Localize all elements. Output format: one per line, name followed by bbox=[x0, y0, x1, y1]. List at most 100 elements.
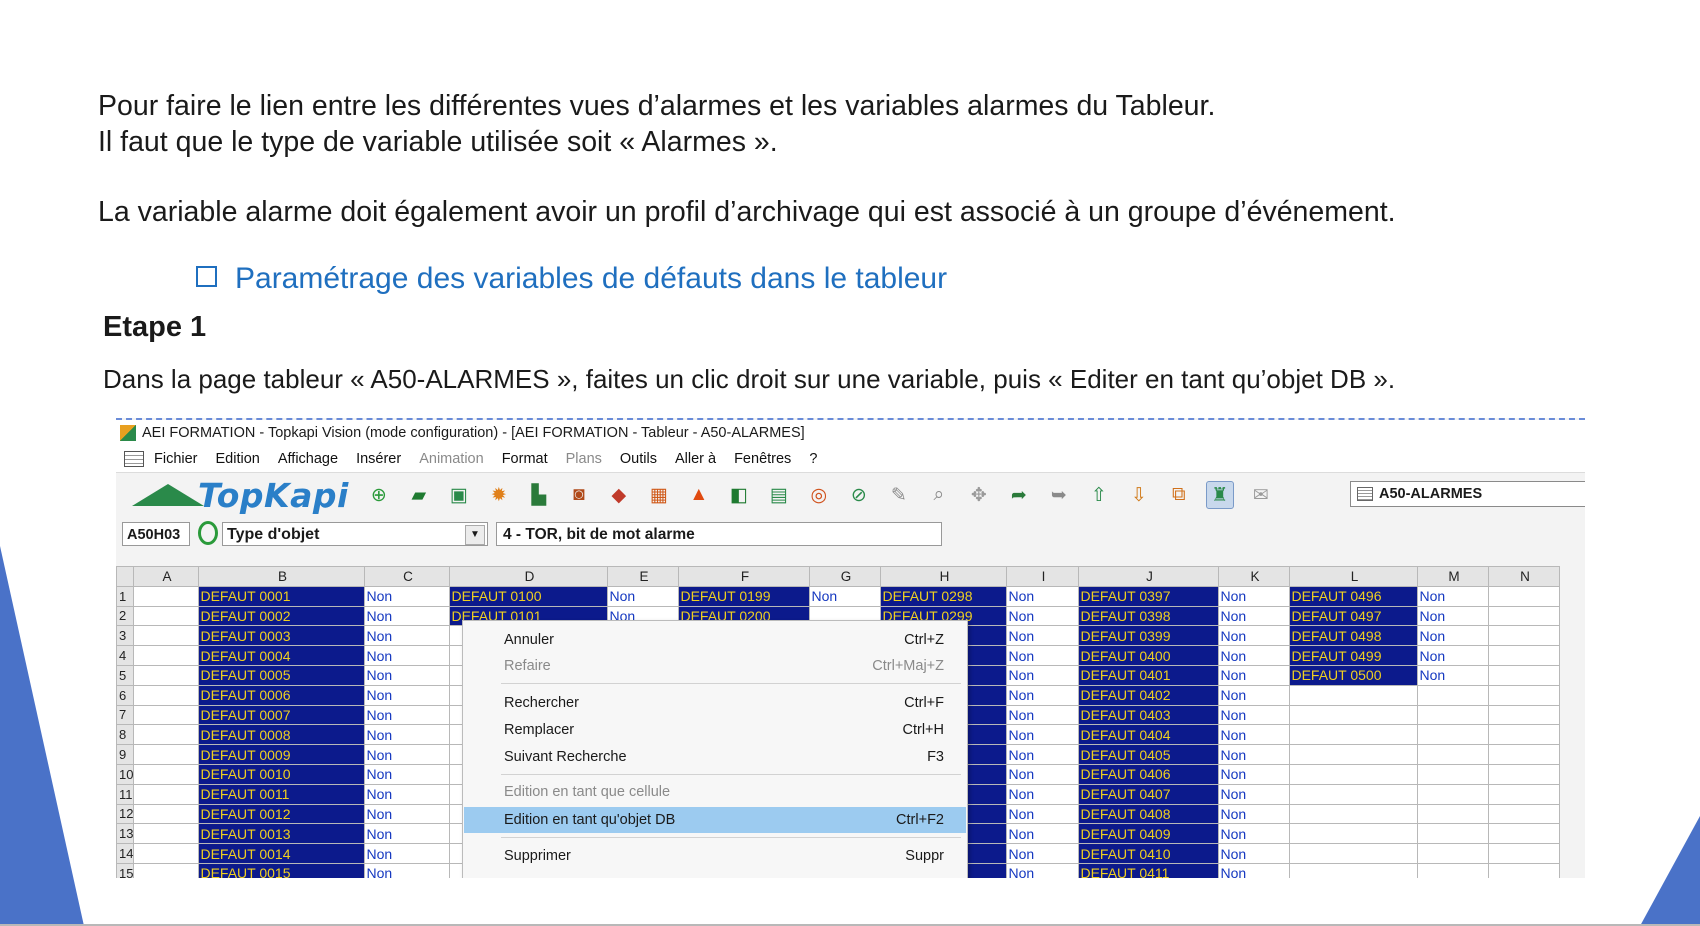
cell-empty[interactable] bbox=[133, 823, 200, 845]
cell-defaut[interactable]: DEFAUT 0402 bbox=[1078, 684, 1220, 706]
cell-empty[interactable] bbox=[133, 803, 200, 825]
export-icon[interactable]: ➦ bbox=[1006, 482, 1032, 508]
cell-empty[interactable] bbox=[1488, 645, 1561, 666]
cell-empty[interactable] bbox=[1417, 684, 1490, 706]
compass-icon[interactable]: ⊘ bbox=[846, 482, 872, 508]
cell-status[interactable]: Non bbox=[364, 664, 451, 686]
menu-affichage[interactable]: Affichage bbox=[278, 451, 338, 467]
move-down-icon[interactable]: ⇩ bbox=[1126, 482, 1152, 508]
menu-item-remplacer[interactable]: Remplacer Ctrl+H bbox=[464, 717, 966, 743]
cell-status[interactable]: Non bbox=[1218, 862, 1291, 878]
cell-status[interactable]: Non bbox=[1417, 605, 1490, 627]
cell-status[interactable]: Non bbox=[1218, 664, 1291, 686]
cell-empty[interactable] bbox=[133, 625, 200, 647]
cell-defaut[interactable]: DEFAUT 0403 bbox=[1078, 704, 1220, 726]
move-up-icon[interactable]: ⇧ bbox=[1086, 482, 1112, 508]
cell-defaut[interactable]: DEFAUT 0409 bbox=[1078, 823, 1220, 845]
cell-defaut[interactable]: DEFAUT 0012 bbox=[198, 803, 366, 825]
cell-empty[interactable] bbox=[1488, 823, 1561, 845]
import-icon[interactable]: ➥ bbox=[1046, 482, 1072, 508]
cell-empty[interactable] bbox=[1289, 803, 1419, 825]
cell-status[interactable]: Non bbox=[1006, 843, 1080, 864]
camera-icon[interactable]: ◙ bbox=[566, 482, 592, 508]
row-header[interactable]: 7 bbox=[116, 704, 135, 726]
menu-edition[interactable]: Edition bbox=[216, 451, 260, 467]
cell-empty[interactable] bbox=[1417, 862, 1490, 878]
column-header-k[interactable]: K bbox=[1218, 566, 1291, 587]
cell-empty[interactable] bbox=[1417, 744, 1490, 765]
column-header-m[interactable]: M bbox=[1417, 566, 1490, 587]
row-header[interactable]: 3 bbox=[116, 625, 135, 647]
row-header[interactable]: 4 bbox=[116, 645, 135, 666]
cell-empty[interactable] bbox=[1488, 704, 1561, 726]
cell-empty[interactable] bbox=[1488, 605, 1561, 627]
cell-status[interactable]: Non bbox=[364, 843, 451, 864]
cell-empty[interactable] bbox=[1289, 862, 1419, 878]
cell-defaut[interactable]: DEFAUT 0496 bbox=[1289, 585, 1419, 607]
cell-status[interactable]: Non bbox=[1006, 803, 1080, 825]
cell-empty[interactable] bbox=[1417, 843, 1490, 864]
cell-status[interactable]: Non bbox=[364, 585, 451, 607]
menu-fichier[interactable]: Fichier bbox=[154, 451, 198, 467]
cell-status[interactable]: Non bbox=[1417, 585, 1490, 607]
menu-inserer[interactable]: Insérer bbox=[356, 451, 401, 467]
row-header[interactable]: 1 bbox=[116, 585, 135, 607]
cell-empty[interactable] bbox=[1488, 763, 1561, 785]
cell-defaut[interactable]: DEFAUT 0298 bbox=[880, 585, 1008, 607]
cell-empty[interactable] bbox=[133, 605, 200, 627]
cell-status[interactable]: Non bbox=[1006, 605, 1080, 627]
cell-reference[interactable]: A50H03 bbox=[122, 522, 190, 546]
column-header-a[interactable]: A bbox=[133, 566, 200, 587]
cell-empty[interactable] bbox=[133, 744, 200, 765]
menu-item-suivant-recherche[interactable]: Suivant Recherche F3 bbox=[464, 744, 966, 770]
menu-item-supprimer[interactable]: Supprimer Suppr bbox=[464, 843, 966, 869]
cell-empty[interactable] bbox=[1289, 843, 1419, 864]
cell-status[interactable]: Non bbox=[1006, 724, 1080, 746]
cell-defaut[interactable]: DEFAUT 0007 bbox=[198, 704, 366, 726]
cell-empty[interactable] bbox=[1488, 744, 1561, 765]
cell-status[interactable]: Non bbox=[1218, 744, 1291, 765]
cell-defaut[interactable]: DEFAUT 0009 bbox=[198, 744, 366, 765]
corner-cell[interactable] bbox=[116, 566, 135, 587]
column-header-n[interactable]: N bbox=[1488, 566, 1561, 587]
cell-status[interactable]: Non bbox=[1218, 704, 1291, 726]
menu-item-refaire[interactable]: Refaire Ctrl+Maj+Z bbox=[464, 653, 966, 679]
cell-empty[interactable] bbox=[1417, 724, 1490, 746]
cell-empty[interactable] bbox=[1289, 744, 1419, 765]
cell-status[interactable]: Non bbox=[1006, 862, 1080, 878]
menu-plans[interactable]: Plans bbox=[566, 451, 602, 467]
cell-empty[interactable] bbox=[1488, 664, 1561, 686]
cell-empty[interactable] bbox=[1289, 724, 1419, 746]
cell-status[interactable]: Non bbox=[1006, 585, 1080, 607]
cell-empty[interactable] bbox=[1488, 783, 1561, 805]
cell-status[interactable]: Non bbox=[809, 585, 882, 607]
cell-defaut[interactable]: DEFAUT 0411 bbox=[1078, 862, 1220, 878]
row-header[interactable]: 9 bbox=[116, 744, 135, 765]
cell-status[interactable]: Non bbox=[1417, 645, 1490, 666]
cell-empty[interactable] bbox=[133, 664, 200, 686]
cell-status[interactable]: Non bbox=[1218, 724, 1291, 746]
cell-status[interactable]: Non bbox=[1006, 664, 1080, 686]
object-type-select[interactable]: Type d'objet ▼ bbox=[222, 522, 488, 546]
column-header-c[interactable]: C bbox=[364, 566, 451, 587]
column-header-e[interactable]: E bbox=[607, 566, 680, 587]
menu-item-annuler[interactable]: Annuler Ctrl+Z bbox=[464, 627, 966, 653]
cell-defaut[interactable]: DEFAUT 0397 bbox=[1078, 585, 1220, 607]
column-header-f[interactable]: F bbox=[678, 566, 811, 587]
cell-empty[interactable] bbox=[133, 862, 200, 878]
cell-empty[interactable] bbox=[1289, 763, 1419, 785]
cell-defaut[interactable]: DEFAUT 0011 bbox=[198, 783, 366, 805]
pointer-icon[interactable]: ✥ bbox=[966, 482, 992, 508]
cell-empty[interactable] bbox=[133, 763, 200, 785]
column-header-d[interactable]: D bbox=[449, 566, 609, 587]
cell-empty[interactable] bbox=[1289, 704, 1419, 726]
column-header-h[interactable]: H bbox=[880, 566, 1008, 587]
cell-empty[interactable] bbox=[133, 704, 200, 726]
cell-status[interactable]: Non bbox=[1218, 684, 1291, 706]
cell-status[interactable]: Non bbox=[364, 763, 451, 785]
cell-defaut[interactable]: DEFAUT 0010 bbox=[198, 763, 366, 785]
mail-icon[interactable]: ✉ bbox=[1248, 482, 1274, 508]
cell-status[interactable]: Non bbox=[364, 823, 451, 845]
cell-status[interactable]: Non bbox=[364, 605, 451, 627]
save-icon[interactable]: ▣ bbox=[446, 482, 472, 508]
